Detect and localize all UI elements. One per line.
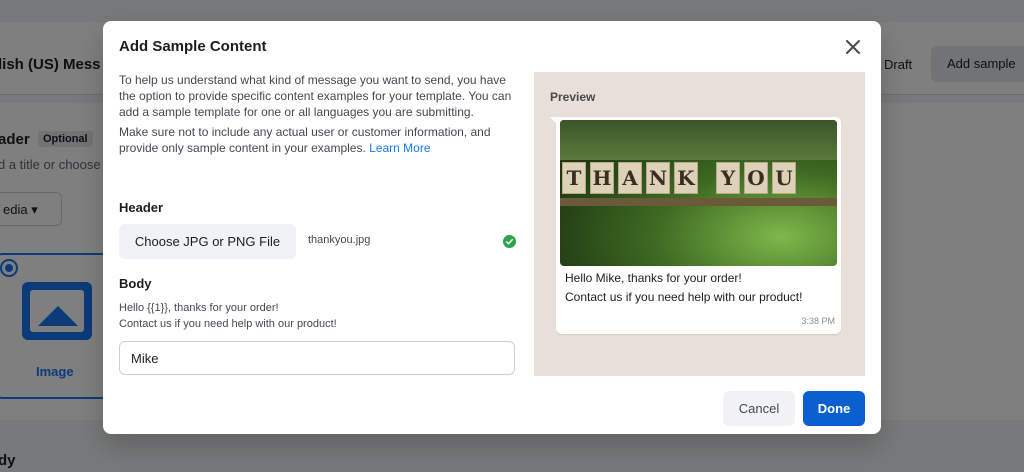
- image-background-top: [560, 120, 837, 160]
- done-button[interactable]: Done: [803, 391, 865, 426]
- preview-line-2: Contact us if you need help with our pro…: [565, 290, 803, 304]
- message-bubble: THANKYOU Hello Mike, thanks for your ord…: [556, 117, 841, 334]
- body-line-1: Hello {{1}}, thanks for your order!: [119, 302, 279, 314]
- thank-you-tiles: THANKYOU: [560, 162, 837, 194]
- header-label: Header: [119, 200, 164, 215]
- header-image: THANKYOU: [560, 120, 837, 266]
- letter-tile: Y: [716, 162, 740, 194]
- cancel-button[interactable]: Cancel: [723, 391, 795, 426]
- choose-file-button[interactable]: Choose JPG or PNG File: [119, 224, 296, 259]
- variable-1-input[interactable]: [119, 341, 515, 375]
- file-name: thankyou.jpg: [308, 234, 371, 246]
- check-circle-icon: [503, 235, 516, 248]
- letter-tile: T: [562, 162, 586, 194]
- tile-gap: [702, 162, 712, 194]
- body-line-2: Contact us if you need help with our pro…: [119, 318, 337, 330]
- letter-tile: O: [744, 162, 768, 194]
- notice-paragraph: Make sure not to include any actual user…: [119, 124, 519, 156]
- body-label: Body: [119, 276, 152, 291]
- preview-message: Hello Mike, thanks for your order! Conta…: [565, 269, 802, 307]
- message-time: 3:38 PM: [801, 316, 835, 326]
- dialog-title: Add Sample Content: [119, 38, 267, 55]
- add-sample-content-dialog: Add Sample Content To help us understand…: [103, 21, 881, 434]
- learn-more-link[interactable]: Learn More: [369, 141, 430, 155]
- close-button[interactable]: [841, 35, 865, 59]
- letter-tile: U: [772, 162, 796, 194]
- letter-tile: K: [674, 162, 698, 194]
- close-icon: [846, 40, 860, 54]
- body-template-text: Hello {{1}}, thanks for your order! Cont…: [119, 300, 337, 332]
- intro-text: To help us understand what kind of messa…: [119, 73, 512, 119]
- letter-tile: A: [618, 162, 642, 194]
- preview-label: Preview: [550, 90, 596, 104]
- notice-text: Make sure not to include any actual user…: [119, 125, 491, 155]
- letter-tile: N: [646, 162, 670, 194]
- image-shelf: [560, 198, 837, 206]
- letter-tile: H: [590, 162, 614, 194]
- preview-line-1: Hello Mike, thanks for your order!: [565, 271, 742, 285]
- description: To help us understand what kind of messa…: [119, 72, 519, 168]
- preview-panel: Preview THANKYOU Hello Mike, thanks for …: [534, 72, 865, 376]
